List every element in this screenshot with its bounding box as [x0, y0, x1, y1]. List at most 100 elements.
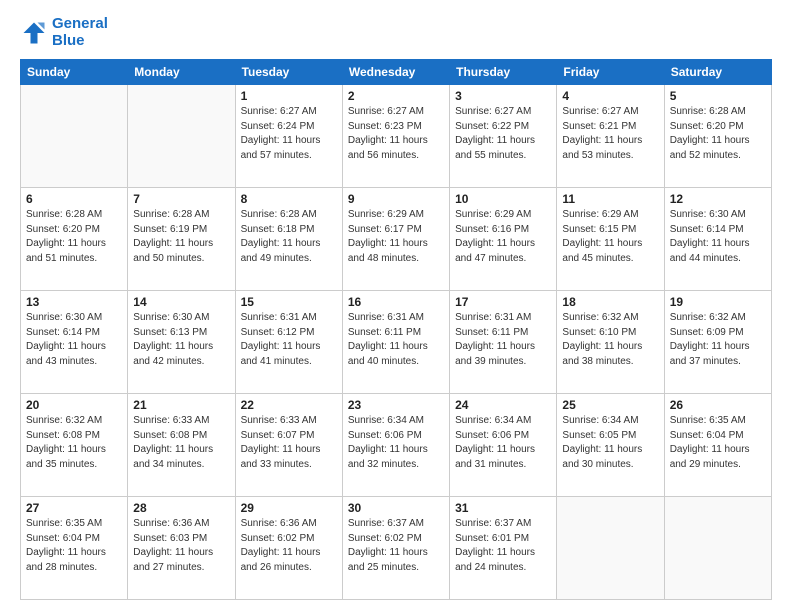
day-number: 29: [241, 501, 337, 515]
day-number: 2: [348, 89, 444, 103]
calendar-cell: 9 Sunrise: 6:29 AM Sunset: 6:17 PM Daylig…: [342, 188, 449, 291]
day-number: 9: [348, 192, 444, 206]
calendar-cell: 10 Sunrise: 6:29 AM Sunset: 6:16 PM Dayli…: [450, 188, 557, 291]
calendar-body: 1Sunrise: 6:27 AM Sunset: 6:24 PM Daylig…: [21, 85, 772, 600]
calendar-cell: [664, 497, 771, 600]
calendar-cell: [557, 497, 664, 600]
day-number: 15: [241, 295, 337, 309]
calendar-cell: 8Sunrise: 6:28 AM Sunset: 6:18 PM Daylig…: [235, 188, 342, 291]
calendar-cell: 16 Sunrise: 6:31 AM Sunset: 6:11 PM Dayli…: [342, 291, 449, 394]
day-info: Sunrise: 6:37 AM Sunset: 6:01 PM Dayligh…: [455, 517, 551, 575]
day-number: 5: [670, 89, 766, 103]
day-number: 1: [241, 89, 337, 103]
day-info: Sunrise: 6:30 AM Sunset: 6:14 PM Dayligh…: [670, 208, 766, 266]
day-info: Sunrise: 6:34 AM Sunset: 6:05 PM Dayligh…: [562, 414, 658, 472]
day-info: Sunrise: 6:27 AM Sunset: 6:23 PM Dayligh…: [348, 105, 444, 163]
calendar-cell: 20Sunrise: 6:32 AM Sunset: 6:08 PM Dayli…: [21, 394, 128, 497]
day-info: Sunrise: 6:31 AM Sunset: 6:12 PM Dayligh…: [241, 311, 337, 369]
calendar-cell: 17 Sunrise: 6:31 AM Sunset: 6:11 PM Dayli…: [450, 291, 557, 394]
header-day: Monday: [128, 60, 235, 85]
calendar-cell: 30 Sunrise: 6:37 AM Sunset: 6:02 PM Dayli…: [342, 497, 449, 600]
day-info: Sunrise: 6:37 AM Sunset: 6:02 PM Dayligh…: [348, 517, 444, 575]
day-info: Sunrise: 6:35 AM Sunset: 6:04 PM Dayligh…: [26, 517, 122, 575]
header-day: Wednesday: [342, 60, 449, 85]
calendar-cell: 29Sunrise: 6:36 AM Sunset: 6:02 PM Dayli…: [235, 497, 342, 600]
day-number: 12: [670, 192, 766, 206]
day-number: 4: [562, 89, 658, 103]
day-info: Sunrise: 6:29 AM Sunset: 6:15 PM Dayligh…: [562, 208, 658, 266]
calendar-cell: 31 Sunrise: 6:37 AM Sunset: 6:01 PM Dayli…: [450, 497, 557, 600]
calendar-cell: 21 Sunrise: 6:33 AM Sunset: 6:08 PM Dayli…: [128, 394, 235, 497]
day-info: Sunrise: 6:28 AM Sunset: 6:19 PM Dayligh…: [133, 208, 229, 266]
day-info: Sunrise: 6:29 AM Sunset: 6:16 PM Dayligh…: [455, 208, 551, 266]
day-info: Sunrise: 6:31 AM Sunset: 6:11 PM Dayligh…: [455, 311, 551, 369]
calendar-cell: 23 Sunrise: 6:34 AM Sunset: 6:06 PM Dayli…: [342, 394, 449, 497]
calendar-cell: 3Sunrise: 6:27 AM Sunset: 6:22 PM Daylig…: [450, 85, 557, 188]
day-info: Sunrise: 6:28 AM Sunset: 6:18 PM Dayligh…: [241, 208, 337, 266]
day-number: 10: [455, 192, 551, 206]
day-number: 22: [241, 398, 337, 412]
calendar-header: SundayMondayTuesdayWednesdayThursdayFrid…: [21, 60, 772, 85]
calendar-cell: 7 Sunrise: 6:28 AM Sunset: 6:19 PM Daylig…: [128, 188, 235, 291]
day-info: Sunrise: 6:30 AM Sunset: 6:13 PM Dayligh…: [133, 311, 229, 369]
logo-icon: [20, 19, 48, 47]
header-day: Saturday: [664, 60, 771, 85]
day-number: 18: [562, 295, 658, 309]
day-info: Sunrise: 6:29 AM Sunset: 6:17 PM Dayligh…: [348, 208, 444, 266]
calendar-week-row: 1Sunrise: 6:27 AM Sunset: 6:24 PM Daylig…: [21, 85, 772, 188]
calendar-week-row: 6 Sunrise: 6:28 AM Sunset: 6:20 PM Daylig…: [21, 188, 772, 291]
day-number: 26: [670, 398, 766, 412]
calendar-cell: 22 Sunrise: 6:33 AM Sunset: 6:07 PM Dayli…: [235, 394, 342, 497]
calendar-cell: 5 Sunrise: 6:28 AM Sunset: 6:20 PM Daylig…: [664, 85, 771, 188]
day-info: Sunrise: 6:32 AM Sunset: 6:10 PM Dayligh…: [562, 311, 658, 369]
day-number: 31: [455, 501, 551, 515]
header-day: Tuesday: [235, 60, 342, 85]
calendar-cell: 26 Sunrise: 6:35 AM Sunset: 6:04 PM Dayli…: [664, 394, 771, 497]
day-number: 7: [133, 192, 229, 206]
calendar-cell: 15 Sunrise: 6:31 AM Sunset: 6:12 PM Dayli…: [235, 291, 342, 394]
day-number: 25: [562, 398, 658, 412]
calendar-cell: 13 Sunrise: 6:30 AM Sunset: 6:14 PM Dayli…: [21, 291, 128, 394]
day-number: 23: [348, 398, 444, 412]
day-info: Sunrise: 6:27 AM Sunset: 6:22 PM Dayligh…: [455, 105, 551, 163]
day-number: 16: [348, 295, 444, 309]
day-info: Sunrise: 6:34 AM Sunset: 6:06 PM Dayligh…: [455, 414, 551, 472]
calendar-cell: 6 Sunrise: 6:28 AM Sunset: 6:20 PM Daylig…: [21, 188, 128, 291]
day-info: Sunrise: 6:36 AM Sunset: 6:03 PM Dayligh…: [133, 517, 229, 575]
day-number: 27: [26, 501, 122, 515]
day-number: 14: [133, 295, 229, 309]
calendar-cell: [128, 85, 235, 188]
calendar-cell: 24 Sunrise: 6:34 AM Sunset: 6:06 PM Dayli…: [450, 394, 557, 497]
calendar-cell: 2 Sunrise: 6:27 AM Sunset: 6:23 PM Daylig…: [342, 85, 449, 188]
day-number: 17: [455, 295, 551, 309]
day-info: Sunrise: 6:35 AM Sunset: 6:04 PM Dayligh…: [670, 414, 766, 472]
calendar-cell: 28 Sunrise: 6:36 AM Sunset: 6:03 PM Dayli…: [128, 497, 235, 600]
header-day: Thursday: [450, 60, 557, 85]
day-info: Sunrise: 6:34 AM Sunset: 6:06 PM Dayligh…: [348, 414, 444, 472]
calendar-table: SundayMondayTuesdayWednesdayThursdayFrid…: [20, 59, 772, 600]
calendar-week-row: 20Sunrise: 6:32 AM Sunset: 6:08 PM Dayli…: [21, 394, 772, 497]
day-number: 28: [133, 501, 229, 515]
day-number: 30: [348, 501, 444, 515]
calendar-cell: 1Sunrise: 6:27 AM Sunset: 6:24 PM Daylig…: [235, 85, 342, 188]
calendar-cell: 11 Sunrise: 6:29 AM Sunset: 6:15 PM Dayli…: [557, 188, 664, 291]
day-info: Sunrise: 6:28 AM Sunset: 6:20 PM Dayligh…: [670, 105, 766, 163]
day-info: Sunrise: 6:30 AM Sunset: 6:14 PM Dayligh…: [26, 311, 122, 369]
day-info: Sunrise: 6:33 AM Sunset: 6:08 PM Dayligh…: [133, 414, 229, 472]
header-day: Friday: [557, 60, 664, 85]
calendar-cell: 18 Sunrise: 6:32 AM Sunset: 6:10 PM Dayli…: [557, 291, 664, 394]
day-number: 21: [133, 398, 229, 412]
day-info: Sunrise: 6:33 AM Sunset: 6:07 PM Dayligh…: [241, 414, 337, 472]
day-number: 19: [670, 295, 766, 309]
header-day: Sunday: [21, 60, 128, 85]
calendar-cell: 25 Sunrise: 6:34 AM Sunset: 6:05 PM Dayli…: [557, 394, 664, 497]
day-info: Sunrise: 6:31 AM Sunset: 6:11 PM Dayligh…: [348, 311, 444, 369]
day-number: 24: [455, 398, 551, 412]
calendar-cell: 12 Sunrise: 6:30 AM Sunset: 6:14 PM Dayli…: [664, 188, 771, 291]
day-number: 6: [26, 192, 122, 206]
day-info: Sunrise: 6:28 AM Sunset: 6:20 PM Dayligh…: [26, 208, 122, 266]
calendar-week-row: 27 Sunrise: 6:35 AM Sunset: 6:04 PM Dayli…: [21, 497, 772, 600]
day-number: 13: [26, 295, 122, 309]
day-info: Sunrise: 6:32 AM Sunset: 6:09 PM Dayligh…: [670, 311, 766, 369]
day-number: 11: [562, 192, 658, 206]
